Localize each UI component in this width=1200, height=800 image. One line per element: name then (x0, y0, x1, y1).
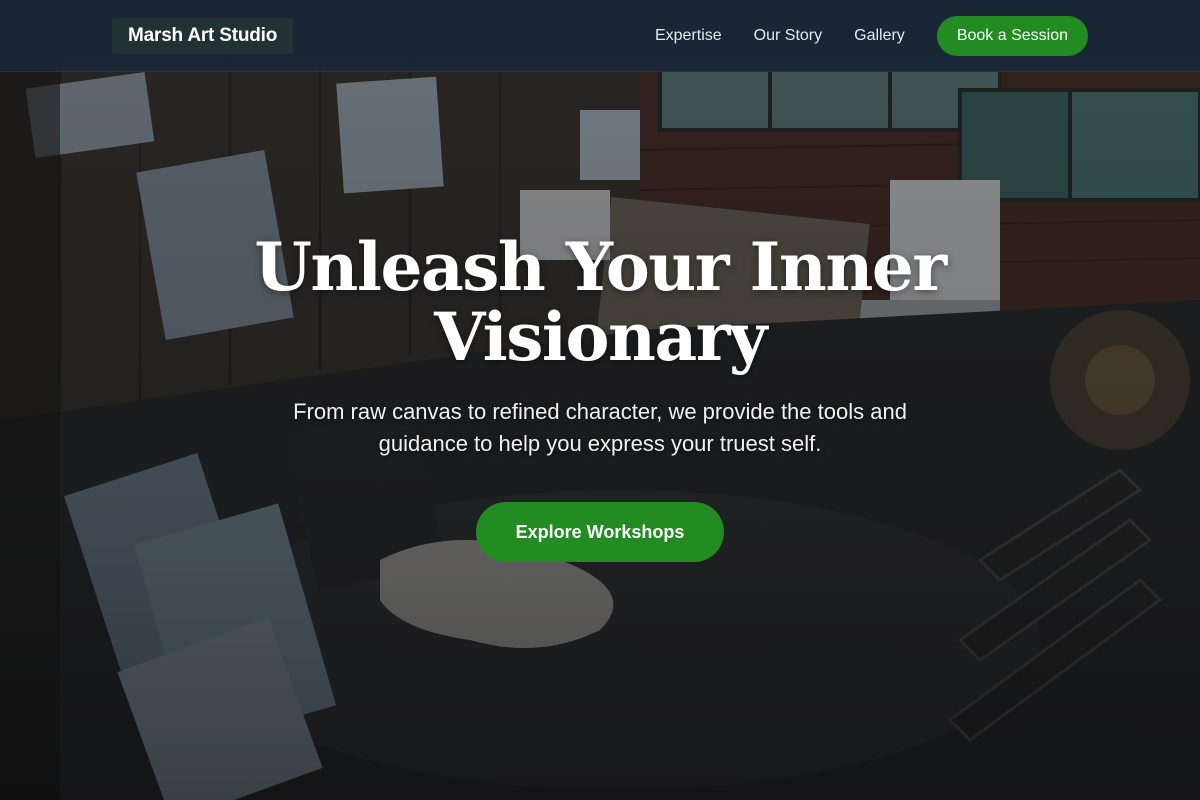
book-session-button[interactable]: Book a Session (936, 16, 1088, 56)
nav-link-gallery[interactable]: Gallery (854, 16, 905, 56)
hero-title: Unleash Your Inner Visionary (254, 228, 947, 376)
hero-subtitle: From raw canvas to refined character, we… (293, 399, 907, 456)
nav-links: Expertise Our Story Gallery Book a Sessi… (655, 16, 1088, 56)
nav-link-expertise[interactable]: Expertise (655, 16, 722, 56)
explore-workshops-button[interactable]: Explore Workshops (475, 502, 725, 562)
top-navbar: Marsh Art Studio Expertise Our Story Gal… (0, 0, 1200, 72)
nav-link-our-story[interactable]: Our Story (754, 16, 822, 56)
hero-section: Unleash Your Inner Visionary From raw ca… (0, 232, 1200, 562)
brand-logo-link[interactable]: Marsh Art Studio (112, 18, 294, 54)
